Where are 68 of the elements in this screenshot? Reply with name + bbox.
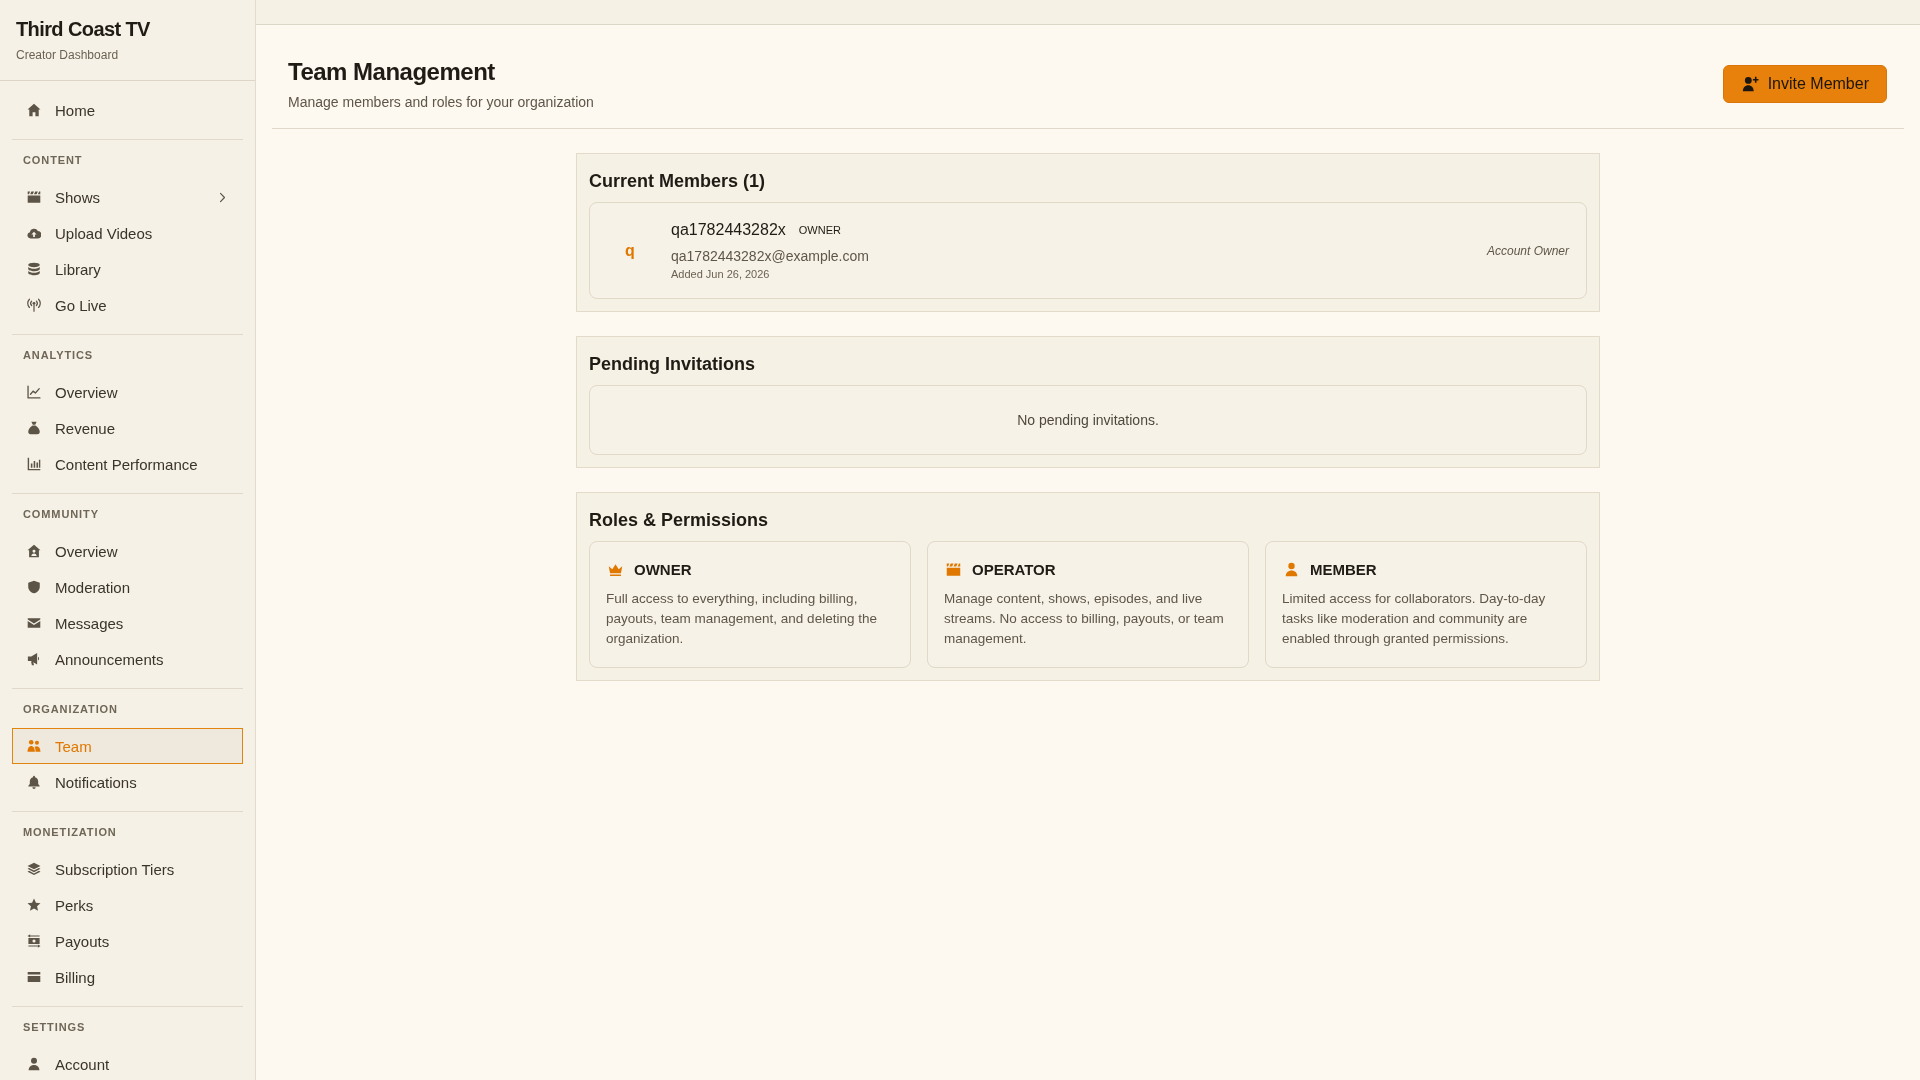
brand-tagline: Creator Dashboard <box>16 47 120 63</box>
brand-name: Third Coast TV <box>16 17 150 41</box>
person-icon <box>27 1057 41 1071</box>
member-role-label: OWNER <box>798 223 841 237</box>
house-icon <box>27 103 41 117</box>
shield-icon <box>27 580 41 594</box>
nav-section-label: SETTINGS <box>22 1020 87 1035</box>
nav-item[interactable]: Account <box>12 1046 243 1080</box>
money-bag-icon <box>27 421 41 435</box>
nav-item[interactable]: Announcements <box>12 641 243 677</box>
card-title: Current Members (1) <box>589 170 766 192</box>
nav-item[interactable]: Home <box>12 92 243 128</box>
role-name: OWNER <box>634 560 692 578</box>
envelope-icon <box>27 616 41 630</box>
nav-item[interactable]: Notifications <box>12 764 243 800</box>
member-email: qa1782443282x@example.com <box>671 247 869 265</box>
role-name: OPERATOR <box>972 560 1056 578</box>
nav-section-label: MONETIZATION <box>22 825 118 840</box>
credit-card-icon <box>27 970 41 984</box>
antenna-icon <box>27 298 41 312</box>
star-icon <box>27 898 41 912</box>
nav-item[interactable]: Moderation <box>12 569 243 605</box>
nav-item[interactable]: Upload Videos <box>12 215 243 251</box>
card-title: Roles & Permissions <box>589 509 769 531</box>
megaphone-icon <box>27 652 41 666</box>
layers-icon <box>27 862 41 876</box>
banknote-arrows-icon <box>27 934 41 948</box>
bell-icon <box>27 775 41 789</box>
nav-section-label: COMMUNITY <box>22 507 100 522</box>
nav-section-label: ANALYTICS <box>22 348 95 363</box>
nav-section-label: CONTENT <box>22 153 84 168</box>
line-chart-icon <box>27 385 41 399</box>
nav-item[interactable]: Messages <box>12 605 243 641</box>
role-name: MEMBER <box>1310 560 1377 578</box>
card-title: Pending Invitations <box>589 353 755 375</box>
member-added-date: Added Jun 26, 2026 <box>671 267 770 281</box>
nav-section-label: ORGANIZATION <box>22 702 119 717</box>
member-status-text: Account Owner <box>1486 243 1569 258</box>
nav-item[interactable]: Overview <box>12 374 243 410</box>
page-title: Team Management <box>288 57 495 87</box>
nav-item[interactable]: Library <box>12 251 243 287</box>
user-plus-icon <box>1741 76 1759 92</box>
avatar-initial: q <box>625 241 635 260</box>
clapperboard-icon <box>27 190 41 204</box>
nav-item[interactable]: Overview <box>12 533 243 569</box>
role-description: Manage content, shows, episodes, and live streams. No access to billing, payouts, or team management. <box>944 590 1225 648</box>
house-person-icon <box>27 544 41 558</box>
nav-item[interactable]: Billing <box>12 959 243 995</box>
role-description: Limited access for collaborators. Day-to-day tasks like moderation and community are enabled through granted permissions. <box>1282 590 1547 648</box>
nav-item[interactable]: Shows <box>12 179 243 215</box>
nav-item[interactable]: Content Performance <box>12 446 243 482</box>
database-icon <box>27 262 41 276</box>
role-description: Full access to everything, including billing, payouts, team management, and deleting the organization. <box>606 590 878 648</box>
person-icon <box>1284 561 1299 577</box>
nav-item[interactable]: Go Live <box>12 287 243 323</box>
cloud-upload-icon <box>27 226 41 240</box>
clapperboard-icon <box>946 561 961 577</box>
nav-item[interactable]: Subscription Tiers <box>12 851 243 887</box>
empty-state-text: No pending invitations. <box>1017 412 1159 428</box>
people-icon <box>27 739 41 753</box>
invite-member-button[interactable]: Invite Member <box>1722 65 1887 103</box>
nav-item[interactable]: Perks <box>12 887 243 923</box>
crown-icon <box>608 561 623 577</box>
page-subtitle: Manage members and roles for your organization <box>288 93 594 111</box>
member-name: qa1782443282x <box>671 220 786 240</box>
bar-chart-icon <box>27 457 41 471</box>
nav-item[interactable]: Revenue <box>12 410 243 446</box>
nav-item[interactable]: Payouts <box>12 923 243 959</box>
